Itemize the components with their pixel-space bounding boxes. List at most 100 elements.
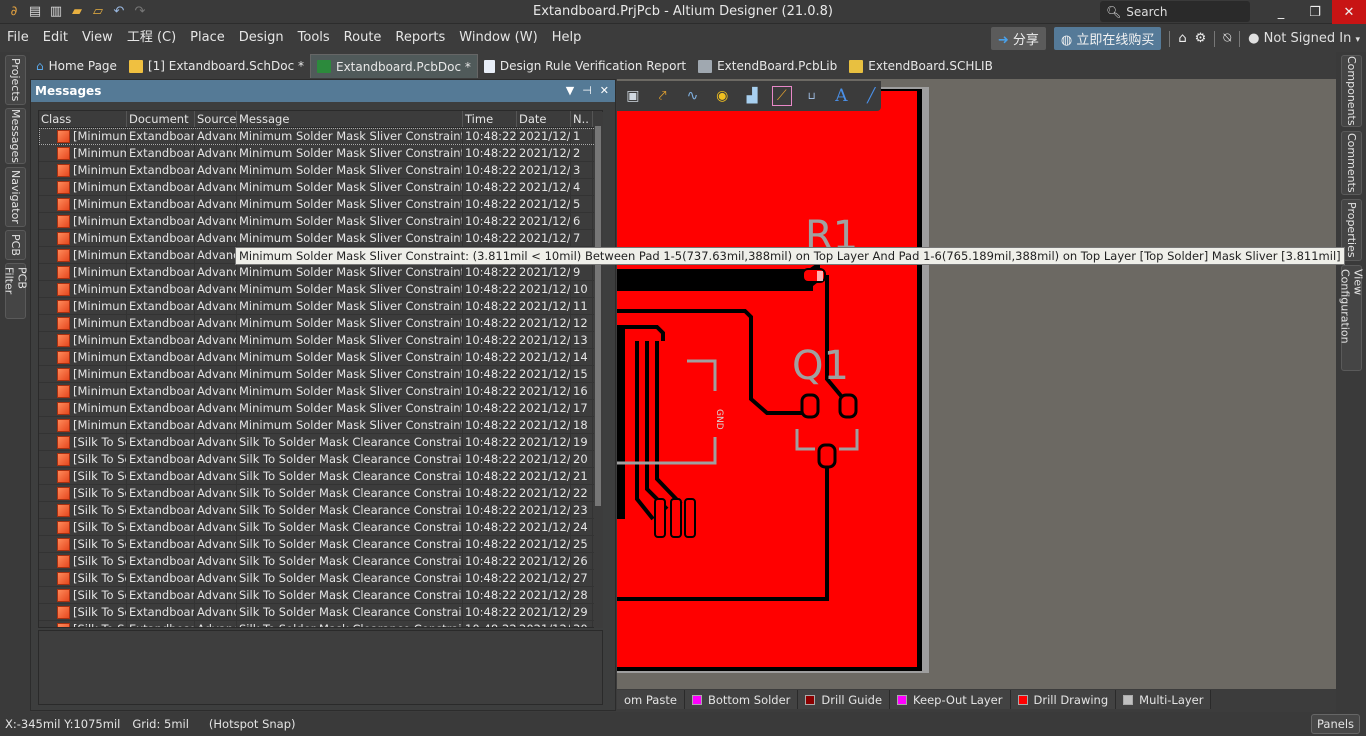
component-icon[interactable]: ▣ <box>623 86 643 106</box>
column-header-source[interactable]: Source <box>195 111 237 127</box>
menu-place[interactable]: Place <box>183 25 232 50</box>
share-button[interactable]: ➜ 分享 <box>990 27 1046 50</box>
menu-route[interactable]: Route <box>337 25 389 50</box>
text-icon[interactable]: A <box>831 86 851 106</box>
table-row[interactable]: [Silk To SoExtandboardAdvancSilk To Sold… <box>39 604 602 621</box>
minimize-button[interactable]: _ <box>1264 0 1298 24</box>
table-row[interactable]: [Silk To SoExtandboardAdvancSilk To Sold… <box>39 502 602 519</box>
panel-tab-view-configuration[interactable]: View Configuration <box>1339 265 1365 371</box>
tab-schlib[interactable]: ExtendBoard.SCHLIB <box>843 54 999 78</box>
table-row[interactable]: [MinimumExtandboardAdvancMinimum Solder … <box>39 349 602 366</box>
route-icon[interactable]: ⤤ <box>653 86 673 106</box>
panel-tab-components[interactable]: Components <box>1341 55 1362 127</box>
close-button[interactable]: ✕ <box>1332 0 1366 24</box>
pcb-canvas[interactable]: R1 Q1 GND ▣ ⤤ ∿ ◉ ▟ ⟋ ⊔ A ╱ <box>617 79 1336 689</box>
messages-scrollbar[interactable] <box>594 112 603 628</box>
table-row[interactable]: [MinimumExtandboardAdvancMinimum Solder … <box>39 128 602 145</box>
save-icon[interactable]: ▤ <box>27 3 43 19</box>
table-row[interactable]: [MinimumExtandboardAdvancMinimum Solder … <box>39 298 602 315</box>
panel-tab-pcb-filter[interactable]: PCB Filter <box>3 263 29 319</box>
save-all-icon[interactable]: ▥ <box>48 3 64 19</box>
menu-file[interactable]: File <box>0 25 36 50</box>
layer-tab-bottom-solder[interactable]: Bottom Solder <box>684 690 799 709</box>
table-row[interactable]: [MinimumExtandboardAdvancMinimum Solder … <box>39 230 602 247</box>
menu-design[interactable]: Design <box>232 25 291 50</box>
panel-tab-messages[interactable]: Messages <box>5 108 26 164</box>
line-icon[interactable]: ╱ <box>861 86 881 106</box>
menu-window[interactable]: Window (W) <box>452 25 544 50</box>
table-row[interactable]: [MinimumExtandboardAdvancMinimum Solder … <box>39 264 602 281</box>
panels-button[interactable]: Panels <box>1310 714 1360 734</box>
notifications-off-icon[interactable]: ⍉ <box>1223 31 1231 46</box>
menu-reports[interactable]: Reports <box>388 25 452 50</box>
tab-drc-report[interactable]: Design Rule Verification Report <box>478 54 692 78</box>
menu-tools[interactable]: Tools <box>291 25 337 50</box>
table-row[interactable]: [MinimumExtandboardAdvancMinimum Solder … <box>39 162 602 179</box>
table-row[interactable]: [Silk To SoExtandboardAdvancSilk To Sold… <box>39 536 602 553</box>
column-header-class[interactable]: Class <box>39 111 127 127</box>
interactive-length-tune-icon[interactable]: ∿ <box>683 86 703 106</box>
table-row[interactable]: [MinimumExtandboardAdvancMinimum Solder … <box>39 213 602 230</box>
panel-tab-comments[interactable]: Comments <box>1341 131 1362 195</box>
redo-icon[interactable]: ↷ <box>132 3 148 19</box>
table-row[interactable]: [Silk To SoExtandboardAdvancSilk To Sold… <box>39 468 602 485</box>
menu-project[interactable]: 工程 (C) <box>120 25 183 50</box>
table-row[interactable]: [Silk To SoExtandboardAdvancSilk To Sold… <box>39 621 602 627</box>
table-row[interactable]: [Silk To SoExtandboardAdvancSilk To Sold… <box>39 519 602 536</box>
pin-icon[interactable]: ⊣ <box>582 84 592 97</box>
via-icon[interactable]: ◉ <box>712 86 732 106</box>
column-header-document[interactable]: Document <box>127 111 195 127</box>
dimension-icon[interactable]: ⊔ <box>802 86 822 106</box>
layer-tab-multi-layer[interactable]: Multi-Layer <box>1116 690 1212 709</box>
table-row[interactable]: [MinimumExtandboardAdvancMinimum Solder … <box>39 366 602 383</box>
column-header-time[interactable]: Time <box>463 111 517 127</box>
open-project-icon[interactable]: ▱ <box>90 3 106 19</box>
net-tie-icon[interactable]: ⟋ <box>771 86 792 106</box>
table-row[interactable]: [MinimumExtandboardAdvancMinimum Solder … <box>39 179 602 196</box>
tab-pcbdoc[interactable]: Extandboard.PcbDoc * <box>310 54 478 78</box>
app-logo-icon[interactable]: ∂ <box>6 3 22 19</box>
table-row[interactable]: [Silk To SoExtandboardAdvancSilk To Sold… <box>39 570 602 587</box>
menu-edit[interactable]: Edit <box>36 25 75 50</box>
table-row[interactable]: [MinimumExtandboardAdvancMinimum Solder … <box>39 281 602 298</box>
undo-icon[interactable]: ↶ <box>111 3 127 19</box>
layer-tab-drill-drawing[interactable]: Drill Drawing <box>1010 690 1117 709</box>
close-icon[interactable]: ✕ <box>600 84 609 97</box>
layer-tab-drill-guide[interactable]: Drill Guide <box>798 690 891 709</box>
menu-view[interactable]: View <box>75 25 120 50</box>
table-row[interactable]: [Silk To SoExtandboardAdvancSilk To Sold… <box>39 587 602 604</box>
column-header-number[interactable]: N.. <box>571 111 593 127</box>
search-input[interactable]: 🔍︎ Search <box>1100 1 1250 22</box>
region-icon[interactable]: ▟ <box>742 86 762 106</box>
home-icon[interactable]: ⌂ <box>1178 31 1186 46</box>
table-row[interactable]: [MinimumExtandboardAdvancMinimum Solder … <box>39 315 602 332</box>
layer-tab-keep-out[interactable]: Keep-Out Layer <box>890 690 1011 709</box>
scrollbar-thumb[interactable] <box>595 126 601 506</box>
tab-home-page[interactable]: ⌂ Home Page <box>30 54 123 78</box>
table-row[interactable]: [Silk To SoExtandboardAdvancSilk To Sold… <box>39 434 602 451</box>
table-row[interactable]: [MinimumExtandboardAdvancMinimum Solder … <box>39 332 602 349</box>
menu-help[interactable]: Help <box>545 25 589 50</box>
tab-schdoc[interactable]: [1] Extandboard.SchDoc * <box>123 54 310 78</box>
table-row[interactable]: [MinimumExtandboardAdvancMinimum Solder … <box>39 400 602 417</box>
open-icon[interactable]: ▰ <box>69 3 85 19</box>
table-row[interactable]: [Silk To SoExtandboardAdvancSilk To Sold… <box>39 485 602 502</box>
panel-tab-projects[interactable]: Projects <box>5 55 26 105</box>
buy-online-button[interactable]: ◍ 立即在线购买 <box>1053 27 1162 50</box>
table-row[interactable]: [Silk To SoExtandboardAdvancSilk To Sold… <box>39 553 602 570</box>
user-menu[interactable]: ● Not Signed In ▾ <box>1248 31 1360 46</box>
column-header-message[interactable]: Message <box>237 111 463 127</box>
panel-tab-pcb[interactable]: PCB <box>5 230 26 260</box>
tab-pcblib[interactable]: ExtendBoard.PcbLib <box>692 54 843 78</box>
gear-icon[interactable]: ⚙ <box>1195 31 1207 46</box>
table-row[interactable]: [Silk To SoExtandboardAdvancSilk To Sold… <box>39 451 602 468</box>
table-row[interactable]: [MinimumExtandboardAdvancMinimum Solder … <box>39 196 602 213</box>
table-row[interactable]: [MinimumExtandboardAdvancMinimum Solder … <box>39 145 602 162</box>
panel-tab-navigator[interactable]: Navigator <box>5 167 26 227</box>
column-header-date[interactable]: Date <box>517 111 571 127</box>
layer-tab-bottom-paste[interactable]: om Paste <box>617 690 685 709</box>
panel-menu-icon[interactable]: ▼ <box>566 84 574 97</box>
restore-button[interactable]: ❐ <box>1298 0 1332 24</box>
table-row[interactable]: [MinimumExtandboardAdvancMinimum Solder … <box>39 417 602 434</box>
table-row[interactable]: [MinimumExtandboardAdvancMinimum Solder … <box>39 383 602 400</box>
